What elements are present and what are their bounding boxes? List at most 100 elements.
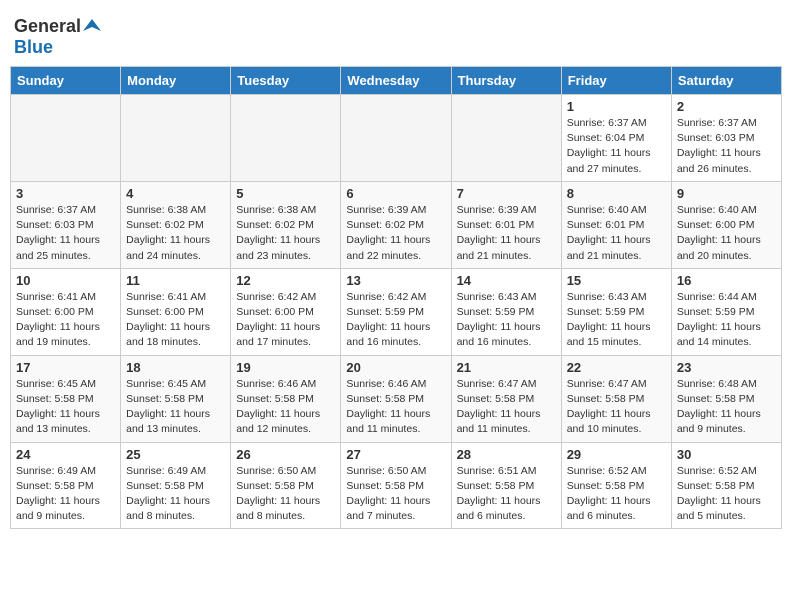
day-number: 29 xyxy=(567,447,666,462)
weekday-header-wednesday: Wednesday xyxy=(341,67,451,95)
calendar-week-row: 1 Sunrise: 6:37 AM Sunset: 6:04 PM Daylig… xyxy=(11,95,782,182)
calendar-day-cell: 15 Sunrise: 6:43 AM Sunset: 5:59 PM Dayli… xyxy=(561,268,671,355)
day-info: Sunrise: 6:47 AM Sunset: 5:58 PM Dayligh… xyxy=(567,377,666,438)
day-number: 20 xyxy=(346,360,445,375)
weekday-header-saturday: Saturday xyxy=(671,67,781,95)
day-info: Sunrise: 6:37 AM Sunset: 6:03 PM Dayligh… xyxy=(677,116,776,177)
calendar-day-cell: 27Sunrise: 6:50 AM Sunset: 5:58 PM Dayli… xyxy=(341,442,451,529)
day-info: Sunrise: 6:44 AM Sunset: 5:59 PM Dayligh… xyxy=(677,290,776,351)
day-number: 11 xyxy=(126,273,225,288)
page-header: General Blue xyxy=(10,10,782,58)
day-info: Sunrise: 6:42 AM Sunset: 5:59 PM Dayligh… xyxy=(346,290,445,351)
calendar-day-cell: 6 Sunrise: 6:39 AM Sunset: 6:02 PM Daylig… xyxy=(341,181,451,268)
day-info: Sunrise: 6:37 AM Sunset: 6:03 PM Dayligh… xyxy=(16,203,115,264)
day-number: 28 xyxy=(457,447,556,462)
weekday-header-monday: Monday xyxy=(121,67,231,95)
day-number: 3 xyxy=(16,186,115,201)
day-number: 25 xyxy=(126,447,225,462)
day-info: Sunrise: 6:45 AM Sunset: 5:58 PM Dayligh… xyxy=(126,377,225,438)
calendar-day-cell xyxy=(231,95,341,182)
day-info: Sunrise: 6:41 AM Sunset: 6:00 PM Dayligh… xyxy=(16,290,115,351)
calendar-day-cell: 14 Sunrise: 6:43 AM Sunset: 5:59 PM Dayli… xyxy=(451,268,561,355)
day-number: 14 xyxy=(457,273,556,288)
day-info: Sunrise: 6:38 AM Sunset: 6:02 PM Dayligh… xyxy=(126,203,225,264)
calendar-day-cell: 29 Sunrise: 6:52 AM Sunset: 5:58 PM Dayli… xyxy=(561,442,671,529)
day-number: 30 xyxy=(677,447,776,462)
day-info: Sunrise: 6:37 AM Sunset: 6:04 PM Dayligh… xyxy=(567,116,666,177)
calendar-day-cell: 9Sunrise: 6:40 AM Sunset: 6:00 PM Daylig… xyxy=(671,181,781,268)
day-info: Sunrise: 6:51 AM Sunset: 5:58 PM Dayligh… xyxy=(457,464,556,525)
calendar-day-cell: 19 Sunrise: 6:46 AM Sunset: 5:58 PM Dayli… xyxy=(231,355,341,442)
calendar-day-cell: 26 Sunrise: 6:50 AM Sunset: 5:58 PM Dayli… xyxy=(231,442,341,529)
day-number: 17 xyxy=(16,360,115,375)
calendar-day-cell: 30 Sunrise: 6:52 AM Sunset: 5:58 PM Dayli… xyxy=(671,442,781,529)
logo-general-text: General xyxy=(14,16,81,37)
weekday-header-tuesday: Tuesday xyxy=(231,67,341,95)
day-info: Sunrise: 6:41 AM Sunset: 6:00 PM Dayligh… xyxy=(126,290,225,351)
calendar-week-row: 3 Sunrise: 6:37 AM Sunset: 6:03 PM Daylig… xyxy=(11,181,782,268)
calendar-day-cell: 4 Sunrise: 6:38 AM Sunset: 6:02 PM Daylig… xyxy=(121,181,231,268)
day-number: 18 xyxy=(126,360,225,375)
calendar-day-cell: 3 Sunrise: 6:37 AM Sunset: 6:03 PM Daylig… xyxy=(11,181,121,268)
day-info: Sunrise: 6:42 AM Sunset: 6:00 PM Dayligh… xyxy=(236,290,335,351)
day-number: 7 xyxy=(457,186,556,201)
calendar-week-row: 17 Sunrise: 6:45 AM Sunset: 5:58 PM Dayli… xyxy=(11,355,782,442)
calendar-table: SundayMondayTuesdayWednesdayThursdayFrid… xyxy=(10,66,782,529)
day-number: 8 xyxy=(567,186,666,201)
calendar-day-cell: 11 Sunrise: 6:41 AM Sunset: 6:00 PM Dayli… xyxy=(121,268,231,355)
day-info: Sunrise: 6:46 AM Sunset: 5:58 PM Dayligh… xyxy=(236,377,335,438)
day-number: 22 xyxy=(567,360,666,375)
day-info: Sunrise: 6:49 AM Sunset: 5:58 PM Dayligh… xyxy=(126,464,225,525)
calendar-day-cell: 8 Sunrise: 6:40 AM Sunset: 6:01 PM Daylig… xyxy=(561,181,671,268)
day-info: Sunrise: 6:50 AM Sunset: 5:58 PM Dayligh… xyxy=(236,464,335,525)
day-number: 13 xyxy=(346,273,445,288)
day-info: Sunrise: 6:43 AM Sunset: 5:59 PM Dayligh… xyxy=(457,290,556,351)
calendar-day-cell: 12Sunrise: 6:42 AM Sunset: 6:00 PM Dayli… xyxy=(231,268,341,355)
logo-bird-icon xyxy=(83,17,101,35)
logo: General Blue xyxy=(14,16,101,58)
day-number: 5 xyxy=(236,186,335,201)
weekday-header-row: SundayMondayTuesdayWednesdayThursdayFrid… xyxy=(11,67,782,95)
day-info: Sunrise: 6:52 AM Sunset: 5:58 PM Dayligh… xyxy=(567,464,666,525)
calendar-day-cell: 22 Sunrise: 6:47 AM Sunset: 5:58 PM Dayli… xyxy=(561,355,671,442)
calendar-day-cell: 18 Sunrise: 6:45 AM Sunset: 5:58 PM Dayli… xyxy=(121,355,231,442)
day-info: Sunrise: 6:52 AM Sunset: 5:58 PM Dayligh… xyxy=(677,464,776,525)
weekday-header-friday: Friday xyxy=(561,67,671,95)
day-info: Sunrise: 6:39 AM Sunset: 6:02 PM Dayligh… xyxy=(346,203,445,264)
calendar-day-cell xyxy=(11,95,121,182)
day-info: Sunrise: 6:39 AM Sunset: 6:01 PM Dayligh… xyxy=(457,203,556,264)
calendar-day-cell: 21 Sunrise: 6:47 AM Sunset: 5:58 PM Dayli… xyxy=(451,355,561,442)
day-number: 26 xyxy=(236,447,335,462)
day-number: 16 xyxy=(677,273,776,288)
calendar-week-row: 10Sunrise: 6:41 AM Sunset: 6:00 PM Dayli… xyxy=(11,268,782,355)
calendar-day-cell: 16 Sunrise: 6:44 AM Sunset: 5:59 PM Dayli… xyxy=(671,268,781,355)
calendar-day-cell xyxy=(341,95,451,182)
day-number: 23 xyxy=(677,360,776,375)
day-number: 2 xyxy=(677,99,776,114)
calendar-day-cell: 24Sunrise: 6:49 AM Sunset: 5:58 PM Dayli… xyxy=(11,442,121,529)
day-info: Sunrise: 6:47 AM Sunset: 5:58 PM Dayligh… xyxy=(457,377,556,438)
day-number: 21 xyxy=(457,360,556,375)
day-info: Sunrise: 6:40 AM Sunset: 6:01 PM Dayligh… xyxy=(567,203,666,264)
day-number: 4 xyxy=(126,186,225,201)
calendar-week-row: 24 Sunrise: 6:49 AM Sunset: 5:58 PM Dayli… xyxy=(11,442,782,529)
day-info: Sunrise: 6:45 AM Sunset: 5:58 PM Dayligh… xyxy=(16,377,115,438)
calendar-day-cell: 13 Sunrise: 6:42 AM Sunset: 5:59 PM Dayli… xyxy=(341,268,451,355)
day-info: Sunrise: 6:43 AM Sunset: 5:59 PM Dayligh… xyxy=(567,290,666,351)
day-number: 15 xyxy=(567,273,666,288)
day-number: 1 xyxy=(567,99,666,114)
day-number: 19 xyxy=(236,360,335,375)
calendar-day-cell: 25 Sunrise: 6:49 AM Sunset: 5:58 PM Dayli… xyxy=(121,442,231,529)
calendar-day-cell: 5 Sunrise: 6:38 AM Sunset: 6:02 PM Daylig… xyxy=(231,181,341,268)
day-number: 24 xyxy=(16,447,115,462)
calendar-day-cell: 1 Sunrise: 6:37 AM Sunset: 6:04 PM Daylig… xyxy=(561,95,671,182)
calendar-day-cell: 23 Sunrise: 6:48 AM Sunset: 5:58 PM Dayli… xyxy=(671,355,781,442)
calendar-day-cell: 17 Sunrise: 6:45 AM Sunset: 5:58 PM Dayli… xyxy=(11,355,121,442)
calendar-day-cell: 10Sunrise: 6:41 AM Sunset: 6:00 PM Dayli… xyxy=(11,268,121,355)
weekday-header-sunday: Sunday xyxy=(11,67,121,95)
day-number: 6 xyxy=(346,186,445,201)
logo-blue-text: Blue xyxy=(14,37,53,57)
weekday-header-thursday: Thursday xyxy=(451,67,561,95)
day-info: Sunrise: 6:38 AM Sunset: 6:02 PM Dayligh… xyxy=(236,203,335,264)
day-info: Sunrise: 6:48 AM Sunset: 5:58 PM Dayligh… xyxy=(677,377,776,438)
